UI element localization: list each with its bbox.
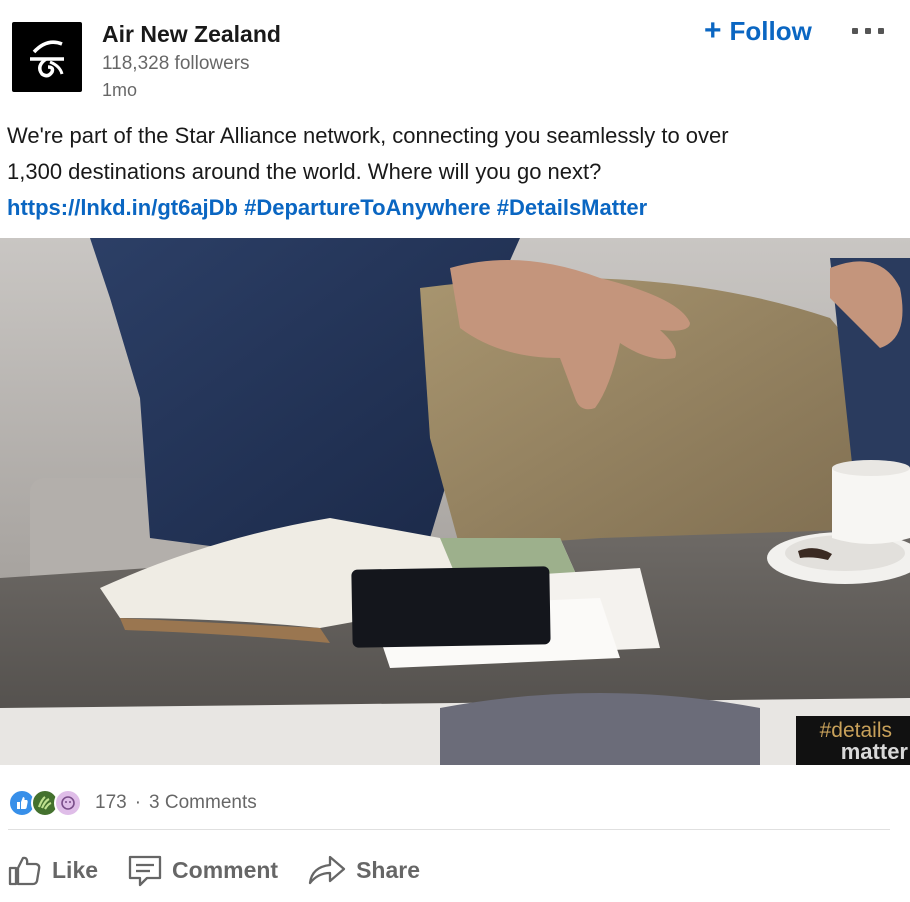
hashtag-departure[interactable]: #DepartureToAnywhere (244, 195, 491, 220)
plus-icon: + (704, 14, 722, 47)
curious-icon (54, 789, 82, 817)
ellipsis-icon[interactable] (852, 24, 892, 38)
comment-button[interactable]: Comment (126, 851, 278, 889)
divider (8, 829, 890, 830)
like-label: Like (52, 856, 99, 883)
lounge-photo (0, 238, 910, 765)
details-matter-badge: #details matter (796, 716, 910, 765)
action-bar: Like Comment Share (6, 842, 448, 898)
post-image[interactable]: #details matter (0, 238, 910, 765)
post-text-line-2: 1,300 destinations around the world. Whe… (7, 159, 602, 184)
company-name[interactable]: Air New Zealand (102, 21, 281, 48)
post-text-line-1: We're part of the Star Alliance network,… (7, 123, 729, 148)
reaction-icons[interactable] (8, 789, 82, 817)
post-text: We're part of the Star Alliance network,… (7, 118, 902, 226)
follow-button[interactable]: + Follow (704, 13, 812, 49)
comments-count[interactable]: 3 Comments (149, 792, 257, 814)
comment-label: Comment (172, 856, 279, 883)
comment-icon (128, 855, 162, 887)
post-link[interactable]: https://lnkd.in/gt6ajDb (7, 195, 238, 220)
thumbs-up-icon (8, 856, 41, 886)
reaction-count[interactable]: 173 (95, 792, 127, 814)
post-age: 1mo (102, 80, 138, 100)
hashtag-details[interactable]: #DetailsMatter (497, 195, 647, 220)
koru-icon (30, 40, 64, 78)
separator-dot: · (134, 792, 142, 813)
follow-label: Follow (729, 15, 812, 46)
share-label: Share (356, 856, 421, 883)
social-counts: 173 · 3 Comments (8, 789, 257, 817)
share-button[interactable]: Share (306, 851, 420, 889)
follower-count: 118,328 followers (102, 53, 250, 74)
like-button[interactable]: Like (6, 851, 98, 889)
share-icon (308, 855, 346, 885)
badge-line-2: matter (840, 739, 908, 764)
company-logo[interactable] (12, 22, 82, 92)
